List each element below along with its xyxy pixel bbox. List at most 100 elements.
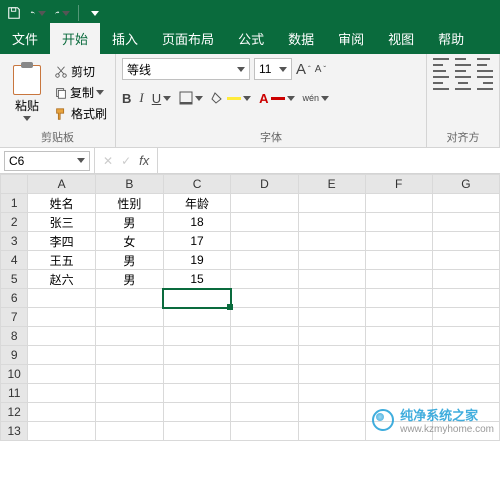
cell[interactable]: [432, 384, 499, 403]
align-middle-button[interactable]: [455, 58, 471, 72]
fx-icon[interactable]: fx: [139, 153, 149, 168]
cell[interactable]: [96, 308, 164, 327]
cell[interactable]: 姓名: [28, 194, 96, 213]
cell[interactable]: [96, 422, 164, 441]
cell[interactable]: [365, 346, 432, 365]
cell[interactable]: 性别: [96, 194, 164, 213]
cell[interactable]: [231, 422, 298, 441]
cell[interactable]: [432, 194, 499, 213]
row-header[interactable]: 5: [1, 270, 28, 289]
cut-button[interactable]: 剪切: [52, 62, 109, 81]
cell-grid[interactable]: ABCDEFG1姓名性别年龄2张三男183李四女174王五男195赵六男1567…: [0, 174, 500, 441]
undo-icon[interactable]: [30, 5, 46, 21]
cell[interactable]: [28, 365, 96, 384]
cell[interactable]: 18: [163, 213, 231, 232]
cell[interactable]: [432, 232, 499, 251]
cell[interactable]: [96, 289, 164, 308]
underline-button[interactable]: U: [152, 91, 171, 106]
row-header[interactable]: 10: [1, 365, 28, 384]
cell[interactable]: 王五: [28, 251, 96, 270]
cell[interactable]: [365, 308, 432, 327]
row-header[interactable]: 13: [1, 422, 28, 441]
tab-2[interactable]: 插入: [100, 23, 150, 54]
row-header[interactable]: 6: [1, 289, 28, 308]
cell[interactable]: [231, 251, 298, 270]
align-center-button[interactable]: [455, 76, 471, 90]
tab-6[interactable]: 审阅: [326, 23, 376, 54]
cell[interactable]: [28, 384, 96, 403]
cell[interactable]: 15: [163, 270, 231, 289]
column-header[interactable]: A: [28, 175, 96, 194]
cell[interactable]: [231, 365, 298, 384]
column-header[interactable]: G: [432, 175, 499, 194]
column-header[interactable]: C: [163, 175, 231, 194]
cell[interactable]: [96, 384, 164, 403]
column-header[interactable]: E: [298, 175, 365, 194]
cell[interactable]: [432, 308, 499, 327]
phonetic-button[interactable]: wén: [303, 93, 330, 103]
cell[interactable]: [298, 403, 365, 422]
font-name-select[interactable]: 等线: [122, 58, 250, 80]
align-top-button[interactable]: [433, 58, 449, 72]
row-header[interactable]: 12: [1, 403, 28, 422]
align-right-button[interactable]: [477, 76, 493, 90]
cell[interactable]: [298, 213, 365, 232]
tab-0[interactable]: 文件: [0, 23, 50, 54]
cell[interactable]: [298, 232, 365, 251]
cell[interactable]: [163, 327, 231, 346]
cell[interactable]: [365, 365, 432, 384]
cell[interactable]: [432, 346, 499, 365]
tab-1[interactable]: 开始: [50, 23, 100, 54]
cell[interactable]: [231, 384, 298, 403]
font-color-button[interactable]: A: [259, 91, 294, 106]
cell[interactable]: [231, 289, 298, 308]
cell[interactable]: [298, 289, 365, 308]
cell[interactable]: [163, 346, 231, 365]
cell[interactable]: [96, 365, 164, 384]
cell[interactable]: [298, 308, 365, 327]
tab-3[interactable]: 页面布局: [150, 23, 226, 54]
cell[interactable]: [231, 308, 298, 327]
cell[interactable]: [231, 213, 298, 232]
cell[interactable]: [28, 308, 96, 327]
cell[interactable]: [298, 365, 365, 384]
cell[interactable]: [298, 384, 365, 403]
copy-button[interactable]: 复制: [52, 83, 109, 102]
save-icon[interactable]: [6, 5, 22, 21]
fill-color-button[interactable]: [211, 92, 251, 104]
increase-font-button[interactable]: Aˆ: [296, 61, 311, 78]
cell[interactable]: [365, 289, 432, 308]
row-header[interactable]: 11: [1, 384, 28, 403]
cell[interactable]: [432, 270, 499, 289]
cell[interactable]: [163, 308, 231, 327]
cell[interactable]: [432, 327, 499, 346]
cell[interactable]: [96, 403, 164, 422]
row-header[interactable]: 2: [1, 213, 28, 232]
cell[interactable]: [432, 289, 499, 308]
cell[interactable]: [365, 232, 432, 251]
row-header[interactable]: 9: [1, 346, 28, 365]
select-all-corner[interactable]: [1, 175, 28, 194]
customize-qat-icon[interactable]: [87, 5, 103, 21]
cell[interactable]: [432, 365, 499, 384]
italic-button[interactable]: I: [139, 90, 143, 106]
cell[interactable]: [298, 194, 365, 213]
tab-7[interactable]: 视图: [376, 23, 426, 54]
column-header[interactable]: D: [231, 175, 298, 194]
cell[interactable]: [231, 270, 298, 289]
cell[interactable]: [298, 346, 365, 365]
font-size-select[interactable]: 11: [254, 58, 292, 80]
cell[interactable]: 男: [96, 270, 164, 289]
cell[interactable]: 19: [163, 251, 231, 270]
cell[interactable]: [298, 422, 365, 441]
cell[interactable]: 男: [96, 213, 164, 232]
cell[interactable]: [298, 251, 365, 270]
cell[interactable]: [365, 213, 432, 232]
row-header[interactable]: 3: [1, 232, 28, 251]
cell[interactable]: [365, 270, 432, 289]
row-header[interactable]: 7: [1, 308, 28, 327]
cell[interactable]: 17: [163, 232, 231, 251]
cell[interactable]: [231, 232, 298, 251]
column-header[interactable]: F: [365, 175, 432, 194]
row-header[interactable]: 1: [1, 194, 28, 213]
